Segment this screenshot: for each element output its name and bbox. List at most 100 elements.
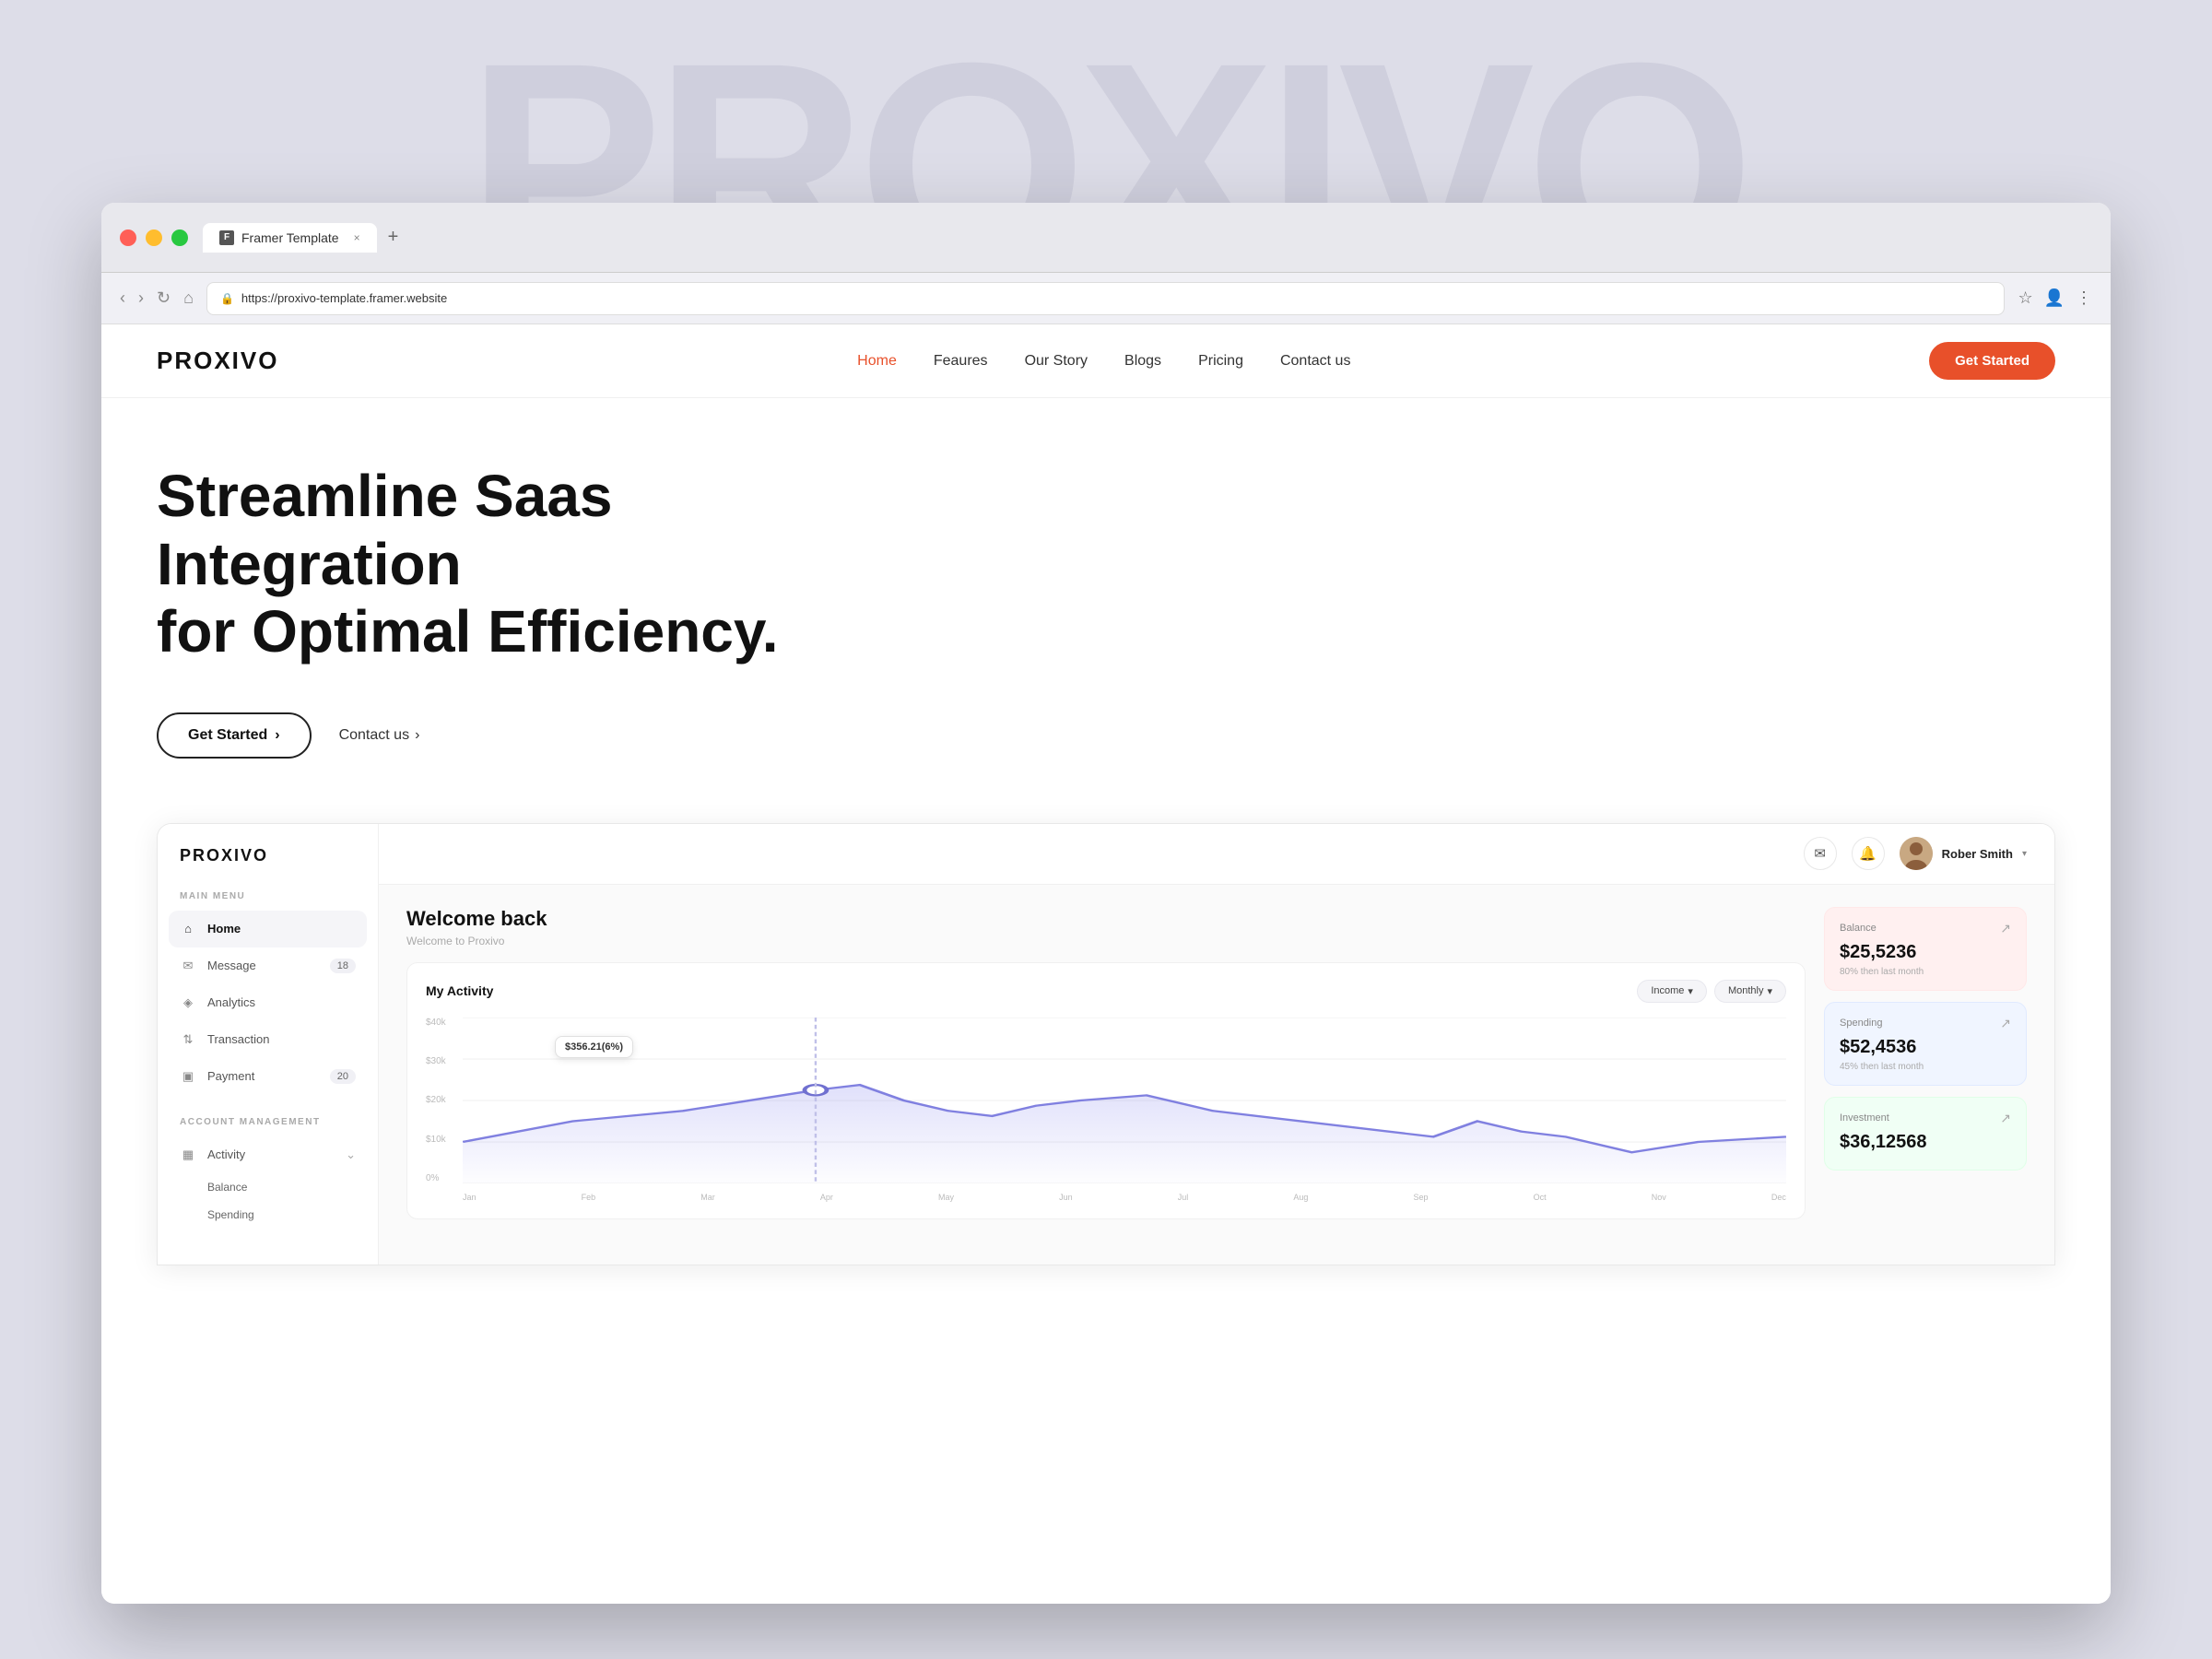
minimize-button[interactable] bbox=[146, 229, 162, 246]
monthly-filter-button[interactable]: Monthly ▾ bbox=[1714, 980, 1786, 1003]
tab-label: Framer Template bbox=[241, 230, 339, 245]
dashboard-sidebar: PROXIVO MAIN MENU ⌂ Home ✉ Message 18 ◈ … bbox=[158, 824, 379, 1265]
nav-actions: ☆ 👤 ⋮ bbox=[2018, 288, 2092, 308]
new-tab-button[interactable]: + bbox=[388, 227, 399, 248]
home-button[interactable]: ⌂ bbox=[183, 288, 194, 308]
income-filter-button[interactable]: Income ▾ bbox=[1637, 980, 1707, 1003]
menu-icon[interactable]: ⋮ bbox=[2076, 288, 2092, 308]
sidebar-item-payment[interactable]: ▣ Payment 20 bbox=[158, 1058, 378, 1095]
sidebar-sub-item-balance[interactable]: Balance bbox=[158, 1173, 378, 1201]
bookmark-icon[interactable]: ☆ bbox=[2018, 288, 2032, 308]
welcome-text: Welcome back Welcome to Proxivo bbox=[406, 907, 1806, 947]
chart-x-labels: Jan Feb Mar Apr May Jun Jul Aug Sep Oc bbox=[463, 1193, 1786, 1202]
chart-tooltip: $356.21(6%) bbox=[555, 1036, 633, 1058]
investment-card-arrow[interactable]: ↗ bbox=[2000, 1111, 2011, 1126]
user-avatar bbox=[1900, 837, 1933, 870]
maximize-button[interactable] bbox=[171, 229, 188, 246]
sidebar-item-analytics[interactable]: ◈ Analytics bbox=[158, 984, 378, 1021]
balance-card-change: 80% then last month bbox=[1840, 967, 2011, 977]
hero-get-started-button[interactable]: Get Started › bbox=[157, 712, 312, 759]
activity-chart: $40k $30k $20k $10k 0% bbox=[426, 1018, 1786, 1202]
browser-window: F Framer Template × + ‹ › ↻ ⌂ 🔒 https://… bbox=[101, 203, 2111, 1604]
sidebar-item-activity[interactable]: ▦ Activity ⌄ bbox=[158, 1136, 378, 1173]
spending-card-title: Spending bbox=[1840, 1018, 1883, 1029]
spending-card-arrow[interactable]: ↗ bbox=[2000, 1016, 2011, 1031]
nav-our-story[interactable]: Our Story bbox=[1025, 353, 1088, 369]
spending-card-header: Spending ↗ bbox=[1840, 1016, 2011, 1031]
chart-y-labels: $40k $30k $20k $10k 0% bbox=[426, 1018, 459, 1183]
chart-inner: $356.21(6%) bbox=[463, 1018, 1786, 1183]
user-chevron-icon: ▾ bbox=[2022, 849, 2027, 859]
investment-card: Investment ↗ $36,12568 bbox=[1824, 1097, 2027, 1171]
activity-filters: Income ▾ Monthly ▾ bbox=[1637, 980, 1786, 1003]
sidebar-item-message[interactable]: ✉ Message 18 bbox=[158, 947, 378, 984]
tab-close-button[interactable]: × bbox=[354, 231, 360, 244]
spending-card-change: 45% then last month bbox=[1840, 1062, 2011, 1072]
lock-icon: 🔒 bbox=[220, 292, 234, 305]
sidebar-item-transaction[interactable]: ⇅ Transaction bbox=[158, 1021, 378, 1058]
forward-button[interactable]: › bbox=[138, 288, 144, 308]
nav-contact[interactable]: Contact us bbox=[1280, 353, 1350, 369]
activity-title: My Activity bbox=[426, 983, 493, 998]
chart-svg bbox=[463, 1018, 1786, 1183]
nav-pricing[interactable]: Pricing bbox=[1198, 353, 1243, 369]
window-controls bbox=[120, 229, 188, 246]
investment-card-title: Investment bbox=[1840, 1112, 1889, 1124]
sidebar-sub-item-spending[interactable]: Spending bbox=[158, 1201, 378, 1229]
spending-card-value: $52,4536 bbox=[1840, 1037, 2011, 1058]
sidebar-item-home[interactable]: ⌂ Home bbox=[169, 911, 367, 947]
bell-icon-button[interactable]: 🔔 bbox=[1852, 837, 1885, 870]
expand-icon: ⌄ bbox=[346, 1147, 356, 1162]
payment-icon: ▣ bbox=[180, 1068, 196, 1085]
balance-card-arrow[interactable]: ↗ bbox=[2000, 921, 2011, 936]
site-nav-links: Home Feaures Our Story Blogs Pricing Con… bbox=[857, 353, 1350, 370]
site-logo: PROXIVO bbox=[157, 347, 278, 375]
user-name: Rober Smith bbox=[1942, 847, 2013, 861]
message-badge: 18 bbox=[330, 959, 356, 973]
analytics-icon: ◈ bbox=[180, 994, 196, 1011]
hero-headline: Streamline Saas Integration for Optimal … bbox=[157, 463, 802, 666]
spending-card: Spending ↗ $52,4536 45% then last month bbox=[1824, 1002, 2027, 1086]
user-info[interactable]: Rober Smith ▾ bbox=[1900, 837, 2027, 870]
payment-badge: 20 bbox=[330, 1069, 356, 1084]
hero-buttons: Get Started › Contact us › bbox=[157, 712, 2055, 759]
site-get-started-button[interactable]: Get Started bbox=[1929, 342, 2055, 380]
profile-icon[interactable]: 👤 bbox=[2044, 288, 2065, 308]
account-management-label: ACCOUNT MANAGEMENT bbox=[158, 1117, 378, 1127]
nav-home[interactable]: Home bbox=[857, 353, 897, 369]
address-bar[interactable]: 🔒 https://proxivo-template.framer.websit… bbox=[206, 282, 2005, 315]
site-navbar: PROXIVO Home Feaures Our Story Blogs Pri… bbox=[101, 324, 2111, 398]
dashboard-right-panel: Balance ↗ $25,5236 80% then last month S… bbox=[1824, 907, 2027, 1219]
browser-chrome: F Framer Template × + bbox=[101, 203, 2111, 273]
investment-card-header: Investment ↗ bbox=[1840, 1111, 2011, 1126]
browser-tab[interactable]: F Framer Template × bbox=[203, 223, 377, 253]
back-button[interactable]: ‹ bbox=[120, 288, 125, 308]
message-icon: ✉ bbox=[180, 958, 196, 974]
close-button[interactable] bbox=[120, 229, 136, 246]
transaction-icon: ⇅ bbox=[180, 1031, 196, 1048]
dashboard-preview: PROXIVO MAIN MENU ⌂ Home ✉ Message 18 ◈ … bbox=[157, 823, 2055, 1265]
dashboard-main: ✉ 🔔 Rober Smith ▾ bbox=[379, 824, 2054, 1265]
tab-favicon: F bbox=[219, 230, 234, 245]
balance-card: Balance ↗ $25,5236 80% then last month bbox=[1824, 907, 2027, 991]
url-text: https://proxivo-template.framer.website bbox=[241, 291, 447, 305]
website-content: PROXIVO Home Feaures Our Story Blogs Pri… bbox=[101, 324, 2111, 1604]
welcome-subtitle: Welcome to Proxivo bbox=[406, 935, 1806, 947]
balance-card-header: Balance ↗ bbox=[1840, 921, 2011, 936]
refresh-button[interactable]: ↻ bbox=[157, 288, 171, 308]
mail-icon-button[interactable]: ✉ bbox=[1804, 837, 1837, 870]
dashboard-header: ✉ 🔔 Rober Smith ▾ bbox=[379, 824, 2054, 885]
activity-card-header: My Activity Income ▾ Monthly ▾ bbox=[426, 980, 1786, 1003]
activity-card: My Activity Income ▾ Monthly ▾ bbox=[406, 962, 1806, 1219]
balance-card-title: Balance bbox=[1840, 923, 1877, 934]
hero-contact-link[interactable]: Contact us › bbox=[339, 727, 420, 744]
nav-blogs[interactable]: Blogs bbox=[1124, 353, 1161, 369]
balance-card-value: $25,5236 bbox=[1840, 942, 2011, 963]
dashboard-body: Welcome back Welcome to Proxivo My Activ… bbox=[379, 885, 2054, 1241]
main-menu-label: MAIN MENU bbox=[158, 891, 378, 901]
dashboard-left-panel: Welcome back Welcome to Proxivo My Activ… bbox=[406, 907, 1806, 1219]
hero-section: Streamline Saas Integration for Optimal … bbox=[101, 398, 2111, 805]
activity-icon: ▦ bbox=[180, 1147, 196, 1163]
nav-features[interactable]: Feaures bbox=[934, 353, 988, 369]
welcome-title: Welcome back bbox=[406, 907, 1806, 931]
